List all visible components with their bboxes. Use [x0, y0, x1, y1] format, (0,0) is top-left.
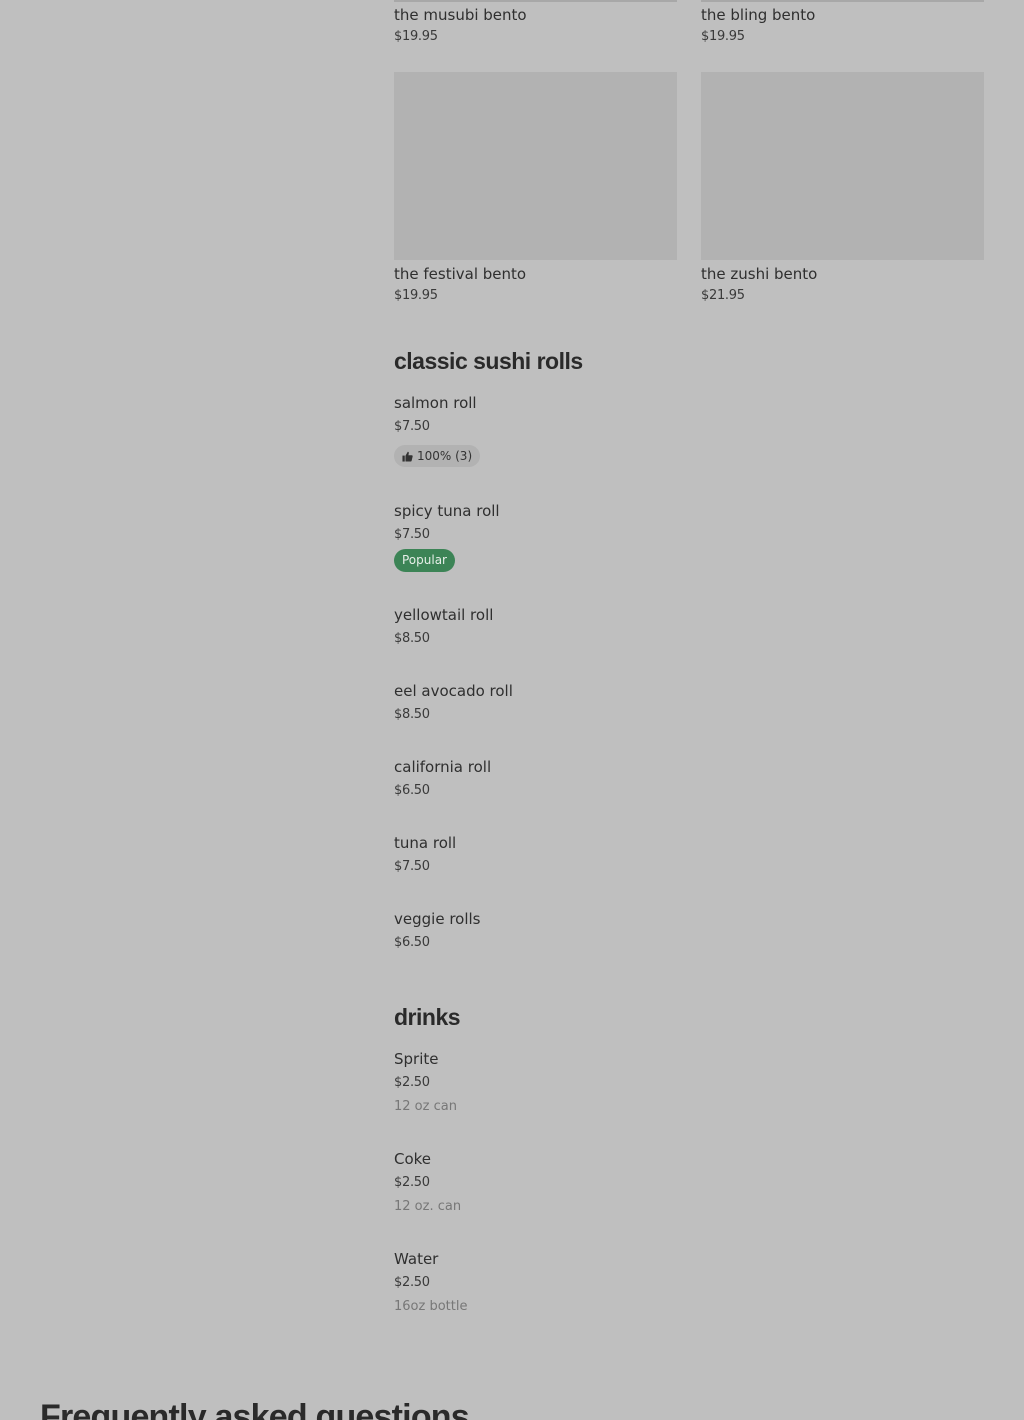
menu-item-sprite[interactable]: Sprite $2.50 12 oz can	[394, 1050, 984, 1115]
item-price: $7.50	[394, 419, 430, 434]
item-name: Sprite	[394, 1050, 439, 1068]
item-name: tuna roll	[394, 834, 457, 852]
menu-item-salmon-roll[interactable]: salmon roll $7.50 100% (3)	[394, 394, 984, 467]
card-price: $19.95	[394, 288, 438, 303]
menu-item-eel-avocado-roll[interactable]: eel avocado roll $8.50	[394, 682, 984, 723]
rating-text: 100% (3)	[417, 449, 473, 463]
thumbs-up-icon	[402, 451, 413, 462]
rating-badge: 100% (3)	[394, 445, 481, 467]
item-price: $2.50	[394, 1075, 430, 1090]
popular-badge: Popular	[394, 549, 455, 572]
item-price: $8.50	[394, 631, 430, 646]
item-name: Water	[394, 1250, 439, 1268]
menu-item-water[interactable]: Water $2.50 16oz bottle	[394, 1250, 984, 1315]
card-price: $19.95	[394, 29, 438, 44]
item-name: eel avocado roll	[394, 682, 513, 700]
item-description: 16oz bottle	[394, 1299, 468, 1314]
card-image-placeholder	[394, 72, 677, 260]
item-price: $7.50	[394, 859, 430, 874]
menu-card-bling-bento[interactable]: the bling bento $19.95	[701, 0, 984, 45]
item-name: Coke	[394, 1150, 432, 1168]
menu-item-yellowtail-roll[interactable]: yellowtail roll $8.50	[394, 606, 984, 647]
store-menu-page: the musubi bento $19.95 the bling bento …	[0, 0, 1024, 1420]
item-price: $6.50	[394, 783, 430, 798]
menu-card-festival-bento[interactable]: the festival bento $19.95	[394, 72, 677, 304]
menu-card-musubi-bento[interactable]: the musubi bento $19.95	[394, 0, 677, 45]
menu-item-tuna-roll[interactable]: tuna roll $7.50	[394, 834, 984, 875]
card-title: the bling bento	[701, 6, 816, 24]
menu-card-zushi-bento[interactable]: the zushi bento $21.95	[701, 72, 984, 304]
item-description: 12 oz. can	[394, 1199, 462, 1214]
card-title: the musubi bento	[394, 6, 527, 24]
menu-item-coke[interactable]: Coke $2.50 12 oz. can	[394, 1150, 984, 1215]
menu-item-spicy-tuna-roll[interactable]: spicy tuna roll $7.50 Popular	[394, 502, 984, 572]
item-name: veggie rolls	[394, 910, 481, 928]
item-name: salmon roll	[394, 394, 477, 412]
item-price: $6.50	[394, 935, 430, 950]
card-image-edge	[394, 0, 677, 2]
card-price: $21.95	[701, 288, 745, 303]
card-image-placeholder	[701, 72, 984, 260]
item-name: spicy tuna roll	[394, 502, 500, 520]
menu-item-california-roll[interactable]: california roll $6.50	[394, 758, 984, 799]
item-price: $2.50	[394, 1175, 430, 1190]
item-description: 12 oz can	[394, 1099, 457, 1114]
faq-heading: Frequently asked questions	[40, 1398, 470, 1420]
card-title: the zushi bento	[701, 265, 818, 283]
card-title: the festival bento	[394, 265, 527, 283]
card-image-edge	[701, 0, 984, 2]
section-heading-classic-rolls: classic sushi rolls	[394, 348, 583, 374]
menu-item-veggie-rolls[interactable]: veggie rolls $6.50	[394, 910, 984, 951]
item-price: $8.50	[394, 707, 430, 722]
card-price: $19.95	[701, 29, 745, 44]
section-heading-drinks: drinks	[394, 1004, 461, 1030]
item-price: $2.50	[394, 1275, 430, 1290]
item-name: california roll	[394, 758, 492, 776]
item-price: $7.50	[394, 527, 430, 542]
item-name: yellowtail roll	[394, 606, 494, 624]
